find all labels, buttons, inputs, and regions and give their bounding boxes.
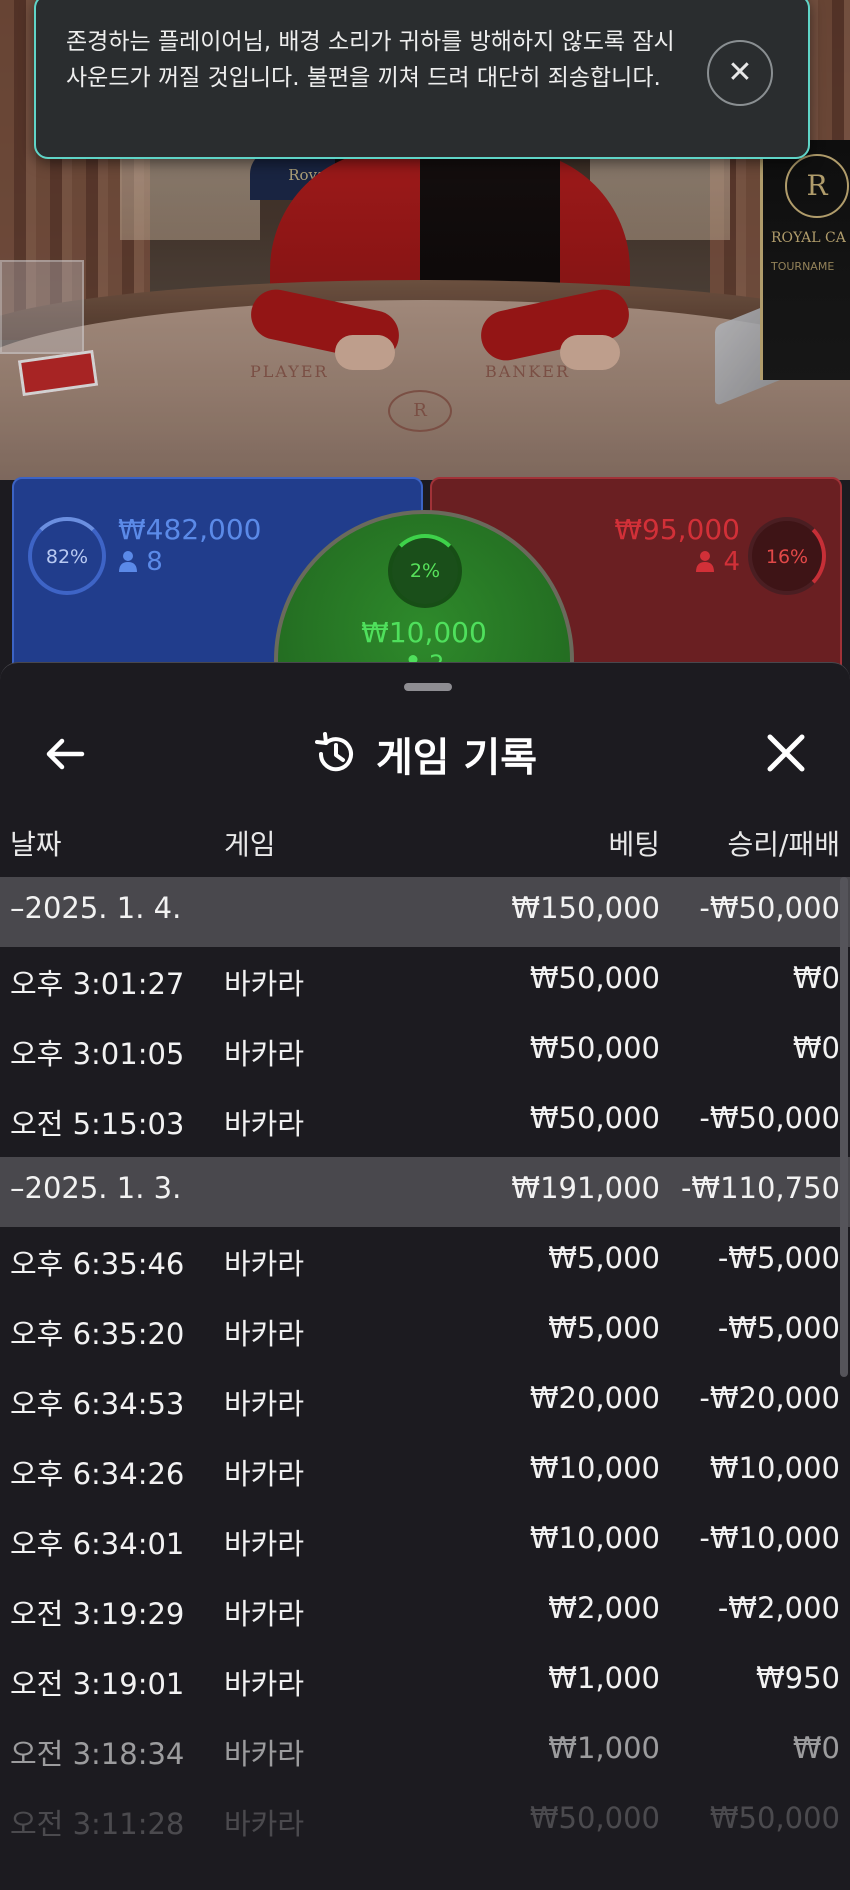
row-win-loss: -₩5,000 <box>717 1311 840 1345</box>
row-date: 오후 6:35:20 <box>10 1317 185 1351</box>
column-game[interactable]: 게임 <box>224 823 276 863</box>
row-game: 바카라 <box>224 1597 305 1631</box>
row-bet: ₩2,000 <box>548 1591 660 1625</box>
game-history-sheet: 게임 기록 날짜 게임 베팅 승리/패배 –2025. 1. 4. ₩150,00… <box>0 662 850 1890</box>
table-row[interactable]: 오전 3:11:28 바카라 ₩50,000 ₩50,000 <box>0 1787 850 1857</box>
table-row[interactable]: 오전 5:15:03 바카라 ₩50,000 -₩50,000 <box>0 1087 850 1157</box>
row-date: 오후 6:34:53 <box>10 1387 185 1421</box>
row-game: 바카라 <box>224 1527 305 1561</box>
row-date: 오전 5:15:03 <box>10 1107 185 1141</box>
row-date: 오후 3:01:05 <box>10 1037 185 1071</box>
row-win-loss: -₩2,000 <box>717 1591 840 1625</box>
row-bet: ₩50,000 <box>529 1031 660 1065</box>
row-win-loss: -₩110,750 <box>680 1171 840 1205</box>
table-row[interactable]: 오후 6:34:01 바카라 ₩10,000 -₩10,000 <box>0 1507 850 1577</box>
drag-handle[interactable] <box>404 683 452 691</box>
row-bet: ₩50,000 <box>529 961 660 995</box>
row-bet: ₩1,000 <box>548 1731 660 1765</box>
player-bettor-count: 8 <box>118 547 163 577</box>
row-date: –2025. 1. 4. <box>10 891 182 925</box>
player-bet-amount: ₩482,000 <box>118 513 262 546</box>
row-game: 바카라 <box>224 1317 305 1351</box>
banker-percent-ring: 16% <box>748 517 826 595</box>
row-game: 바카라 <box>224 1667 305 1701</box>
person-icon <box>696 551 715 572</box>
row-bet: ₩10,000 <box>529 1451 660 1485</box>
row-win-loss: -₩50,000 <box>699 891 840 925</box>
row-win-loss: -₩50,000 <box>699 1101 840 1135</box>
banker-count-value: 4 <box>723 547 740 577</box>
row-bet: ₩20,000 <box>529 1381 660 1415</box>
row-bet: ₩191,000 <box>511 1171 660 1205</box>
banker-bettor-count: 4 <box>695 547 740 577</box>
row-date: 오후 6:34:26 <box>10 1457 185 1491</box>
row-date: 오전 3:11:28 <box>10 1807 185 1841</box>
table-row[interactable]: 오후 3:01:27 바카라 ₩50,000 ₩0 <box>0 947 850 1017</box>
row-game: 바카라 <box>224 1247 305 1281</box>
notice-close-button[interactable]: ✕ <box>707 40 773 106</box>
row-win-loss: ₩50,000 <box>709 1801 840 1835</box>
table-row[interactable]: 오후 6:35:46 바카라 ₩5,000 -₩5,000 <box>0 1227 850 1297</box>
row-win-loss: ₩0 <box>792 1031 840 1065</box>
row-win-loss: -₩5,000 <box>717 1241 840 1275</box>
row-bet: ₩1,000 <box>548 1661 660 1695</box>
person-icon <box>119 551 137 572</box>
row-bet: ₩5,000 <box>548 1311 660 1345</box>
row-date: 오후 6:34:01 <box>10 1527 185 1561</box>
history-table-body: –2025. 1. 4. ₩150,000 -₩50,000 오후 3:01:27 바카… <box>0 877 850 1857</box>
tie-bet-amount: ₩10,000 <box>361 616 487 649</box>
row-game: 바카라 <box>224 967 305 1001</box>
column-win-loss[interactable]: 승리/패배 <box>728 823 840 863</box>
row-bet: ₩5,000 <box>548 1241 660 1275</box>
player-count-value: 8 <box>146 547 163 577</box>
table-row[interactable]: 오전 3:18:34 바카라 ₩1,000 ₩0 <box>0 1717 850 1787</box>
close-icon[interactable] <box>762 729 810 777</box>
notice-message: 존경하는 플레이어님, 배경 소리가 귀하를 방해하지 않도록 잠시 사운드가 … <box>66 29 675 91</box>
table-row[interactable]: 오후 3:01:05 바카라 ₩50,000 ₩0 <box>0 1017 850 1087</box>
row-game: 바카라 <box>224 1737 305 1771</box>
banker-bet-amount: ₩95,000 <box>614 513 740 546</box>
row-win-loss: ₩950 <box>755 1661 840 1695</box>
player-percent-ring: 82% <box>28 517 106 595</box>
table-row[interactable]: 오전 3:19:29 바카라 ₩2,000 -₩2,000 <box>0 1577 850 1647</box>
row-win-loss: ₩0 <box>792 1731 840 1765</box>
row-game: 바카라 <box>224 1107 305 1141</box>
row-date: 오전 3:19:01 <box>10 1667 185 1701</box>
row-date: 오후 3:01:27 <box>10 967 185 1001</box>
column-bet[interactable]: 베팅 <box>608 823 660 863</box>
table-row[interactable]: 오후 6:34:53 바카라 ₩20,000 -₩20,000 <box>0 1367 850 1437</box>
scrollbar[interactable] <box>840 877 848 1377</box>
row-win-loss: ₩10,000 <box>709 1451 840 1485</box>
row-date: –2025. 1. 3. <box>10 1171 182 1205</box>
sound-notice-banner: 존경하는 플레이어님, 배경 소리가 귀하를 방해하지 않도록 잠시 사운드가 … <box>34 0 810 159</box>
tie-percent-ring: 2% <box>388 534 462 608</box>
row-bet: ₩10,000 <box>529 1521 660 1555</box>
sheet-title-group: 게임 기록 <box>0 725 850 783</box>
table-header: 날짜 게임 베팅 승리/패배 <box>0 813 850 871</box>
row-bet: ₩150,000 <box>511 891 660 925</box>
date-group-row[interactable]: –2025. 1. 4. ₩150,000 -₩50,000 <box>0 877 850 947</box>
table-row[interactable]: 오후 6:35:20 바카라 ₩5,000 -₩5,000 <box>0 1297 850 1367</box>
sheet-title: 게임 기록 <box>375 735 538 781</box>
row-date: 오후 6:35:46 <box>10 1247 185 1281</box>
table-row[interactable]: 오후 6:34:26 바카라 ₩10,000 ₩10,000 <box>0 1437 850 1507</box>
row-game: 바카라 <box>224 1387 305 1421</box>
row-win-loss: ₩0 <box>792 961 840 995</box>
row-game: 바카라 <box>224 1037 305 1071</box>
row-game: 바카라 <box>224 1807 305 1841</box>
table-row[interactable]: 오전 3:19:01 바카라 ₩1,000 ₩950 <box>0 1647 850 1717</box>
row-game: 바카라 <box>224 1457 305 1491</box>
history-icon <box>314 732 353 772</box>
row-bet: ₩50,000 <box>529 1101 660 1135</box>
row-win-loss: -₩20,000 <box>699 1381 840 1415</box>
row-date: 오전 3:19:29 <box>10 1597 185 1631</box>
row-bet: ₩50,000 <box>529 1801 660 1835</box>
row-win-loss: -₩10,000 <box>699 1521 840 1555</box>
column-date[interactable]: 날짜 <box>10 823 62 863</box>
sheet-header: 게임 기록 <box>0 703 850 803</box>
row-date: 오전 3:18:34 <box>10 1737 185 1771</box>
date-group-row[interactable]: –2025. 1. 3. ₩191,000 -₩110,750 <box>0 1157 850 1227</box>
